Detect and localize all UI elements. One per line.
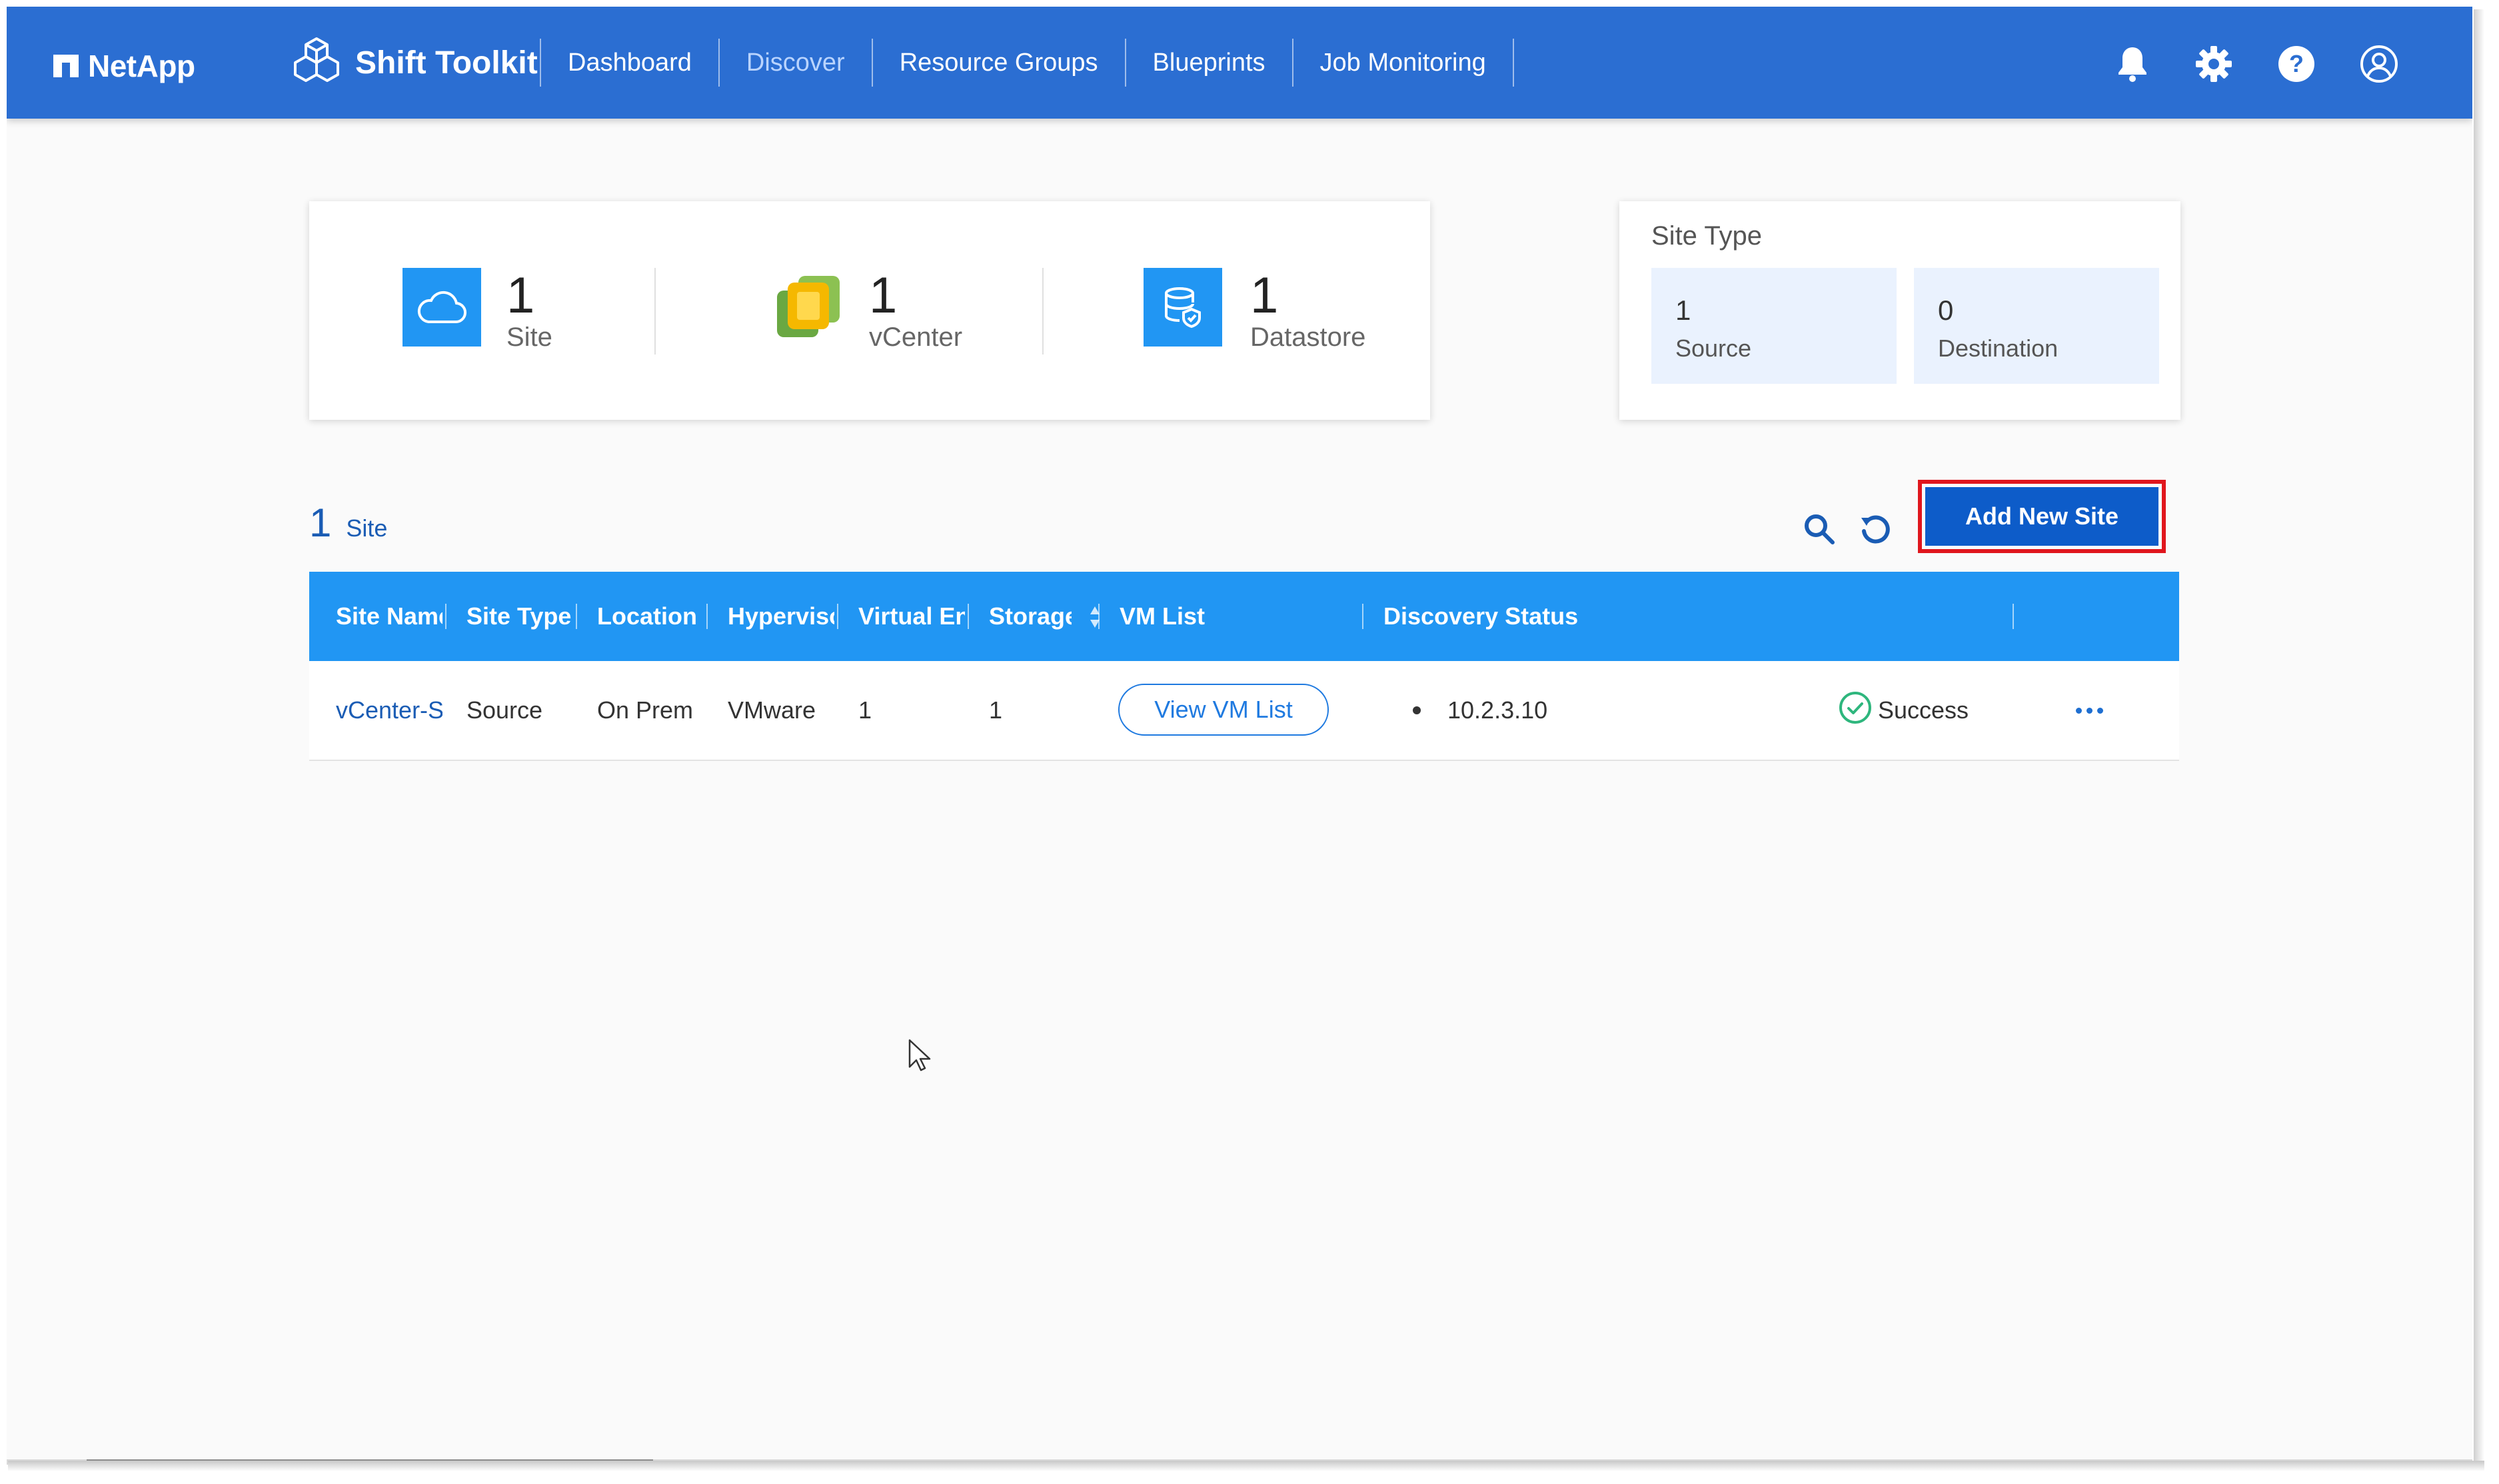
column-divider — [445, 604, 446, 629]
datastore-icon — [1144, 268, 1222, 347]
more-actions-icon[interactable] — [2066, 694, 2112, 726]
col-hypervisor[interactable]: Hypervisor — [728, 572, 834, 661]
netapp-logo-text: NetApp — [88, 49, 195, 83]
col-location[interactable]: Location — [597, 572, 704, 661]
bell-icon[interactable] — [2111, 43, 2154, 85]
site-type-card: Site Type 1 Source 0 Destination — [1619, 201, 2180, 420]
table-header: Site Name Site Type Location Hypervisor … — [309, 572, 2179, 661]
cell-virtual-environment: 1 — [858, 696, 872, 724]
gear-icon[interactable] — [2192, 43, 2235, 85]
nav-dashboard[interactable]: Dashboard — [540, 39, 718, 87]
app-window: NetApp Shift Toolkit Dashboard Discover … — [7, 7, 2472, 1459]
window-shadow — [2474, 9, 2484, 1469]
divider — [654, 268, 656, 355]
column-divider — [2013, 604, 2014, 629]
site-list-count: 1 — [309, 500, 332, 545]
column-divider — [706, 604, 708, 629]
netapp-logo[interactable]: NetApp — [53, 48, 195, 84]
site-label: Site — [506, 323, 552, 352]
datastore-count: 1 — [1250, 267, 1279, 324]
vcenter-label: vCenter — [869, 323, 963, 352]
search-icon[interactable] — [1799, 509, 1839, 549]
summary-card: 1 Site 1 vCenter 1 Datastore — [309, 201, 1430, 420]
main-nav: Dashboard Discover Resource Groups Bluep… — [540, 39, 1514, 87]
discovery-ip: 10.2.3.10 — [1447, 696, 1548, 724]
col-site-type[interactable]: Site Type — [466, 572, 573, 661]
cell-site-type: Source — [466, 696, 543, 724]
cell-location: On Prem — [597, 696, 694, 724]
site-count-heading: 1 Site — [309, 500, 387, 546]
site-count: 1 — [506, 267, 535, 324]
top-header: NetApp Shift Toolkit Dashboard Discover … — [7, 7, 2472, 119]
nav-resource-groups[interactable]: Resource Groups — [871, 39, 1125, 87]
status-badge: Success — [1838, 661, 1969, 760]
window-shadow — [8, 1461, 2484, 1471]
check-circle-icon — [1838, 690, 1873, 731]
site-type-destination[interactable]: 0 Destination — [1914, 268, 2159, 384]
add-new-site-highlight: Add New Site — [1918, 480, 2166, 553]
vcenter-icon — [769, 268, 848, 347]
nav-job-monitoring[interactable]: Job Monitoring — [1291, 39, 1514, 87]
help-icon[interactable]: ? — [2275, 43, 2318, 85]
cloud-icon — [403, 268, 481, 347]
column-divider — [1362, 604, 1363, 629]
refresh-icon[interactable] — [1855, 509, 1895, 549]
view-vm-list-button[interactable]: View VM List — [1118, 684, 1329, 736]
divider — [1042, 268, 1044, 355]
nav-discover[interactable]: Discover — [718, 39, 872, 87]
col-site-name[interactable]: Site Name — [336, 572, 442, 661]
column-divider — [968, 604, 969, 629]
site-name-link[interactable]: vCenter-Si — [336, 661, 442, 760]
site-type-source[interactable]: 1 Source — [1651, 268, 1897, 384]
source-count: 1 — [1675, 295, 1691, 326]
cell-hypervisor: VMware — [728, 696, 816, 724]
status-text: Success — [1878, 696, 1969, 724]
add-new-site-button[interactable]: Add New Site — [1925, 487, 2158, 546]
column-divider — [837, 604, 838, 629]
destination-count: 0 — [1938, 295, 1954, 326]
column-divider — [576, 604, 577, 629]
nav-blueprints[interactable]: Blueprints — [1124, 39, 1292, 87]
user-icon[interactable] — [2358, 43, 2400, 85]
site-type-title: Site Type — [1651, 221, 1763, 251]
col-storage[interactable]: Storage — [989, 572, 1072, 661]
column-divider — [1098, 604, 1100, 629]
svg-text:?: ? — [2289, 50, 2304, 77]
destination-label: Destination — [1938, 335, 2059, 362]
netapp-logo-icon — [53, 55, 79, 77]
brand-name: Shift Toolkit — [355, 45, 538, 81]
col-virtual-environment[interactable]: Virtual Environment — [858, 572, 965, 661]
col-discovery-status[interactable]: Discovery Status — [1383, 572, 1783, 661]
site-list-label: Site — [346, 514, 388, 542]
cube-cluster-icon — [290, 35, 343, 91]
datastore-label: Datastore — [1250, 323, 1366, 352]
vcenter-count: 1 — [869, 267, 898, 324]
col-vm-list[interactable]: VM List — [1120, 572, 1359, 661]
table-row: vCenter-Si Source On Prem VMware 1 1 Vie… — [309, 661, 2179, 761]
cell-storage: 1 — [989, 696, 1003, 724]
source-label: Source — [1675, 335, 1752, 362]
shift-toolkit-brand[interactable]: Shift Toolkit — [290, 35, 538, 91]
mouse-cursor-icon — [908, 1038, 933, 1076]
list-bullet — [1413, 706, 1421, 714]
